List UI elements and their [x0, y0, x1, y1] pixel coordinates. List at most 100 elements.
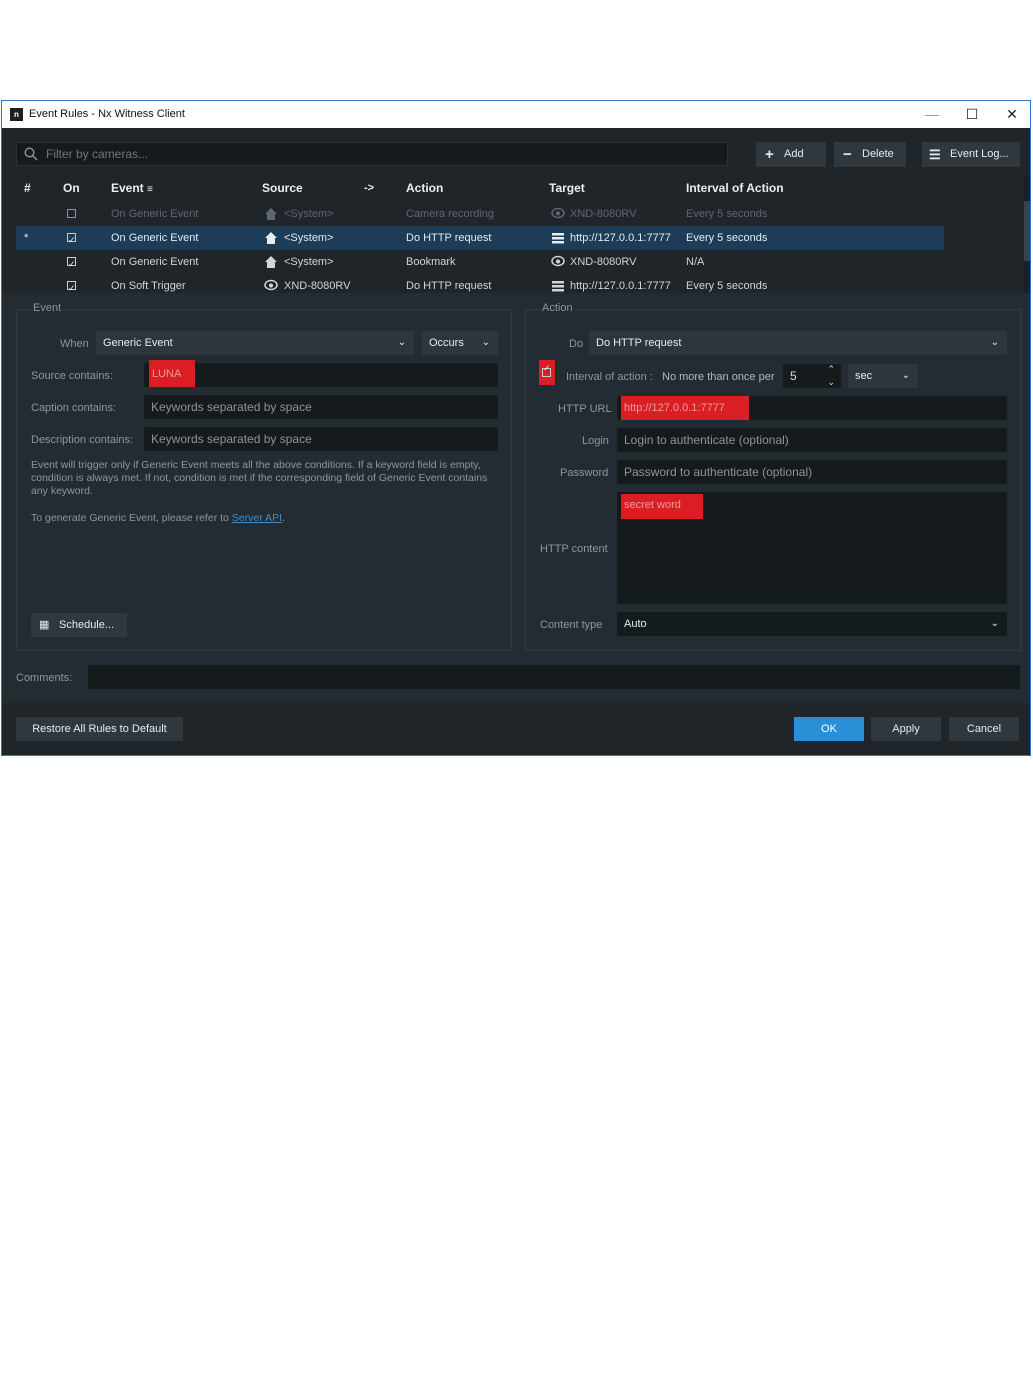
row-source: XND-8080RV [284, 280, 351, 292]
event-state-value: Occurs [429, 337, 464, 349]
rule-enabled-checkbox[interactable] [67, 276, 76, 293]
col-header-on[interactable]: On [63, 176, 80, 200]
chevron-down-icon: ⌄ [990, 337, 999, 348]
content-type-select[interactable]: Auto ⌄ [617, 612, 1007, 636]
camera-icon [551, 207, 565, 219]
camera-icon [264, 279, 278, 291]
action-type-value: Do HTTP request [596, 337, 682, 349]
camera-icon [551, 255, 565, 267]
col-header-num[interactable]: # [24, 176, 31, 200]
table-row[interactable]: On Generic Event <System> Camera recordi… [16, 202, 944, 226]
row-event: On Generic Event [111, 208, 199, 220]
apply-button[interactable]: Apply [871, 717, 941, 741]
action-panel: Action Do Do HTTP request ⌄ Interval of … [525, 302, 1021, 651]
rule-enabled-checkbox[interactable] [67, 209, 76, 218]
home-icon [265, 232, 277, 244]
row-num: * [24, 232, 29, 244]
maximize-button[interactable]: ☐ [952, 101, 992, 128]
col-header-source[interactable]: Source [262, 176, 303, 200]
table-row[interactable]: On Generic Event <System> Bookmark XND-8… [16, 250, 944, 276]
col-header-event-label: Event [111, 181, 144, 195]
cancel-button[interactable]: Cancel [949, 717, 1019, 741]
event-conditions-note: Event will trigger only if Generic Event… [31, 459, 488, 497]
minus-icon: − [843, 146, 852, 163]
server-api-link[interactable]: Server API [232, 512, 282, 524]
row-source: <System> [284, 208, 334, 220]
restore-defaults-button[interactable]: Restore All Rules to Default [16, 717, 183, 741]
plus-icon: + [765, 146, 774, 163]
col-header-arrow[interactable]: -> [364, 176, 374, 200]
when-label: When [60, 338, 89, 350]
row-action: Camera recording [406, 208, 495, 220]
action-type-select[interactable]: Do HTTP request ⌄ [589, 331, 1007, 355]
source-contains-input[interactable] [144, 363, 498, 387]
content-type-value: Auto [624, 618, 647, 630]
event-rules-window: n Event Rules - Nx Witness Client — ☐ ✕ … [1, 100, 1031, 756]
source-contains-value: LUNA [152, 368, 182, 380]
password-label: Password [560, 467, 609, 479]
schedule-label: Schedule... [59, 619, 115, 631]
col-header-event[interactable]: Event ≡ [111, 176, 153, 200]
event-log-button[interactable]: ☰ Event Log... [922, 142, 1020, 167]
http-content-label: HTTP content [540, 543, 608, 555]
ok-button[interactable]: OK [794, 717, 864, 741]
description-contains-input[interactable]: Keywords separated by space [144, 427, 498, 451]
row-interval: Every 5 seconds [686, 280, 768, 292]
search-input[interactable] [46, 143, 716, 165]
rule-enabled-checkbox[interactable] [67, 228, 76, 252]
interval-unit-value: sec [855, 370, 873, 382]
event-type-select[interactable]: Generic Event ⌄ [96, 331, 414, 355]
interval-of-action-label: Interval of action : [566, 371, 653, 383]
row-target: XND-8080RV [570, 208, 637, 220]
comments-input[interactable] [88, 665, 1020, 689]
table-row[interactable]: On Soft Trigger XND-8080RV Do HTTP reque… [16, 274, 944, 293]
server-icon [552, 281, 564, 292]
row-interval: Every 5 seconds [686, 208, 768, 220]
login-label: Login [582, 435, 609, 447]
event-panel-title: Event [31, 302, 64, 314]
row-source: <System> [284, 256, 334, 268]
interval-spinbox[interactable]: 5 ⌃ ⌄ [783, 364, 841, 388]
row-interval: Every 5 seconds [686, 232, 768, 244]
row-event: On Soft Trigger [111, 280, 186, 292]
delete-rule-button[interactable]: − Delete [834, 142, 906, 167]
caption-contains-label: Caption contains: [31, 402, 116, 414]
caption-contains-input[interactable]: Keywords separated by space [144, 395, 498, 419]
comments-label: Comments: [16, 672, 73, 684]
close-button[interactable]: ✕ [992, 101, 1032, 128]
row-target: http://127.0.0.1:7777 [570, 280, 671, 292]
server-api-text: To generate Generic Event, please refer … [31, 512, 229, 524]
row-target: XND-8080RV [570, 256, 637, 268]
http-url-label: HTTP URL [558, 403, 612, 415]
event-state-select[interactable]: Occurs ⌄ [422, 331, 498, 355]
chevron-down-icon: ⌄ [481, 337, 490, 348]
interval-desc-label: No more than once per [662, 371, 775, 383]
table-scrollbar-thumb[interactable] [1024, 201, 1030, 261]
table-row-selected[interactable]: * On Generic Event <System> Do HTTP requ… [16, 226, 944, 252]
sort-icon: ≡ [147, 184, 153, 195]
row-source: <System> [284, 232, 334, 244]
spin-down-icon[interactable]: ⌄ [827, 371, 835, 387]
event-type-value: Generic Event [103, 337, 173, 349]
server-icon [552, 233, 564, 244]
col-header-target[interactable]: Target [549, 176, 585, 200]
toolbar: + Add − Delete ☰ Event Log... [2, 128, 1030, 176]
password-input[interactable]: Password to authenticate (optional) [617, 460, 1007, 484]
schedule-button[interactable]: ▦ Schedule... [31, 613, 127, 637]
interval-value: 5 [790, 369, 797, 383]
minimize-button[interactable]: — [912, 101, 952, 128]
interval-unit-select[interactable]: sec ⌄ [848, 364, 918, 388]
row-action: Bookmark [406, 256, 456, 268]
chevron-down-icon: ⌄ [397, 337, 406, 348]
login-input[interactable]: Login to authenticate (optional) [617, 428, 1007, 452]
rule-enabled-checkbox[interactable] [67, 252, 76, 276]
calendar-icon: ▦ [39, 619, 50, 631]
interval-checkbox[interactable] [542, 363, 551, 377]
add-rule-button[interactable]: + Add [756, 142, 826, 167]
description-contains-label: Description contains: [31, 434, 134, 446]
col-header-action[interactable]: Action [406, 176, 443, 200]
camera-filter [16, 142, 728, 166]
title-bar: n Event Rules - Nx Witness Client — ☐ ✕ [2, 101, 1030, 128]
col-header-interval[interactable]: Interval of Action [686, 176, 784, 200]
rules-table: # On Event ≡ Source -> Action Target Int… [2, 176, 1030, 293]
